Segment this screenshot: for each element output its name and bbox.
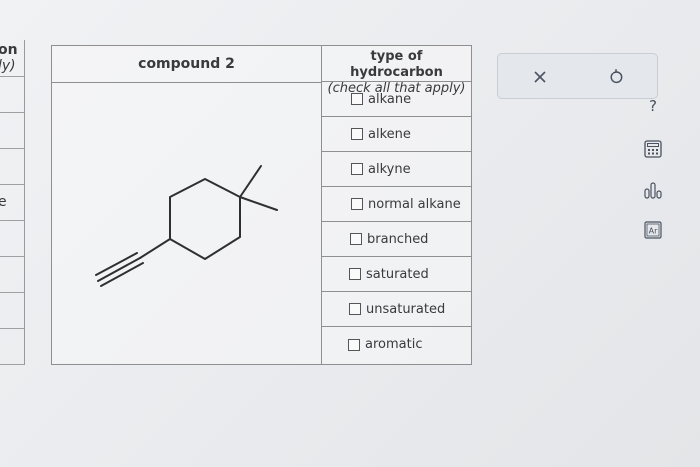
- left-divider: [0, 148, 24, 149]
- bar-chart-icon: [644, 182, 662, 199]
- help-button[interactable]: ?: [645, 97, 661, 115]
- option-label: saturated: [366, 266, 429, 282]
- left-header-fragment-1: on: [0, 42, 18, 58]
- type-header: type of hydrocarbon (check all that appl…: [322, 46, 471, 96]
- option-branched[interactable]: branched: [322, 222, 471, 257]
- checkbox[interactable]: [350, 233, 362, 245]
- option-alkane[interactable]: alkane: [322, 82, 471, 117]
- option-alkyne[interactable]: alkyne: [322, 152, 471, 187]
- checkbox[interactable]: [351, 163, 363, 175]
- triple-bond-lower: [100, 262, 144, 287]
- option-alkene[interactable]: alkene: [322, 117, 471, 152]
- checkbox[interactable]: [351, 128, 363, 140]
- left-divider: [0, 364, 24, 365]
- hydrocarbon-table: compound 2 type of hydrocarbon (check al…: [51, 45, 472, 365]
- option-aromatic[interactable]: aromatic: [322, 327, 471, 362]
- chart-button[interactable]: [642, 180, 664, 200]
- close-button[interactable]: [525, 62, 555, 92]
- methyl-bond-right: [239, 196, 278, 211]
- type-header-title: type of hydrocarbon: [350, 49, 443, 80]
- checkbox[interactable]: [351, 198, 363, 210]
- periodic-table-symbol: Ar: [649, 227, 658, 236]
- cyclohexane-ring: [169, 178, 241, 260]
- compound-header: compound 2: [52, 46, 321, 83]
- checkbox[interactable]: [349, 303, 361, 315]
- left-row-fragment: e: [0, 194, 7, 210]
- compound-structure-diagram: [95, 165, 278, 287]
- checkbox[interactable]: [349, 268, 361, 280]
- calculator-button[interactable]: [643, 139, 663, 159]
- periodic-table-button[interactable]: Ar: [643, 220, 663, 240]
- checkbox[interactable]: [351, 93, 363, 105]
- option-label: alkane: [368, 91, 412, 107]
- option-label: unsaturated: [366, 301, 446, 317]
- ethynyl-single-bond: [139, 238, 171, 259]
- previous-table-column: on ly) e: [0, 40, 25, 365]
- option-label: normal alkane: [368, 196, 461, 212]
- compound-structure-cell: [52, 82, 321, 364]
- left-divider: [0, 328, 24, 329]
- answer-tool-panel: [497, 53, 658, 99]
- option-label: aromatic: [365, 337, 423, 352]
- left-divider: [0, 76, 24, 77]
- option-label: alkene: [368, 126, 411, 142]
- left-divider: [0, 184, 24, 185]
- close-icon: [534, 71, 546, 83]
- methyl-bond-upper: [239, 165, 262, 198]
- option-saturated[interactable]: saturated: [322, 257, 471, 292]
- option-label: alkyne: [368, 161, 411, 177]
- calculator-icon: [644, 140, 662, 158]
- checkbox[interactable]: [348, 338, 360, 351]
- option-label: branched: [367, 231, 429, 247]
- option-normal-alkane[interactable]: normal alkane: [322, 187, 471, 222]
- left-divider: [0, 112, 24, 113]
- left-divider: [0, 220, 24, 221]
- help-icon: ?: [649, 97, 657, 115]
- periodic-table-icon: Ar: [644, 221, 662, 239]
- left-header-fragment-2: ly): [0, 58, 16, 74]
- option-unsaturated[interactable]: unsaturated: [322, 292, 471, 327]
- left-divider: [0, 292, 24, 293]
- left-divider: [0, 256, 24, 257]
- undo-button[interactable]: [601, 62, 631, 92]
- undo-icon: [610, 69, 623, 84]
